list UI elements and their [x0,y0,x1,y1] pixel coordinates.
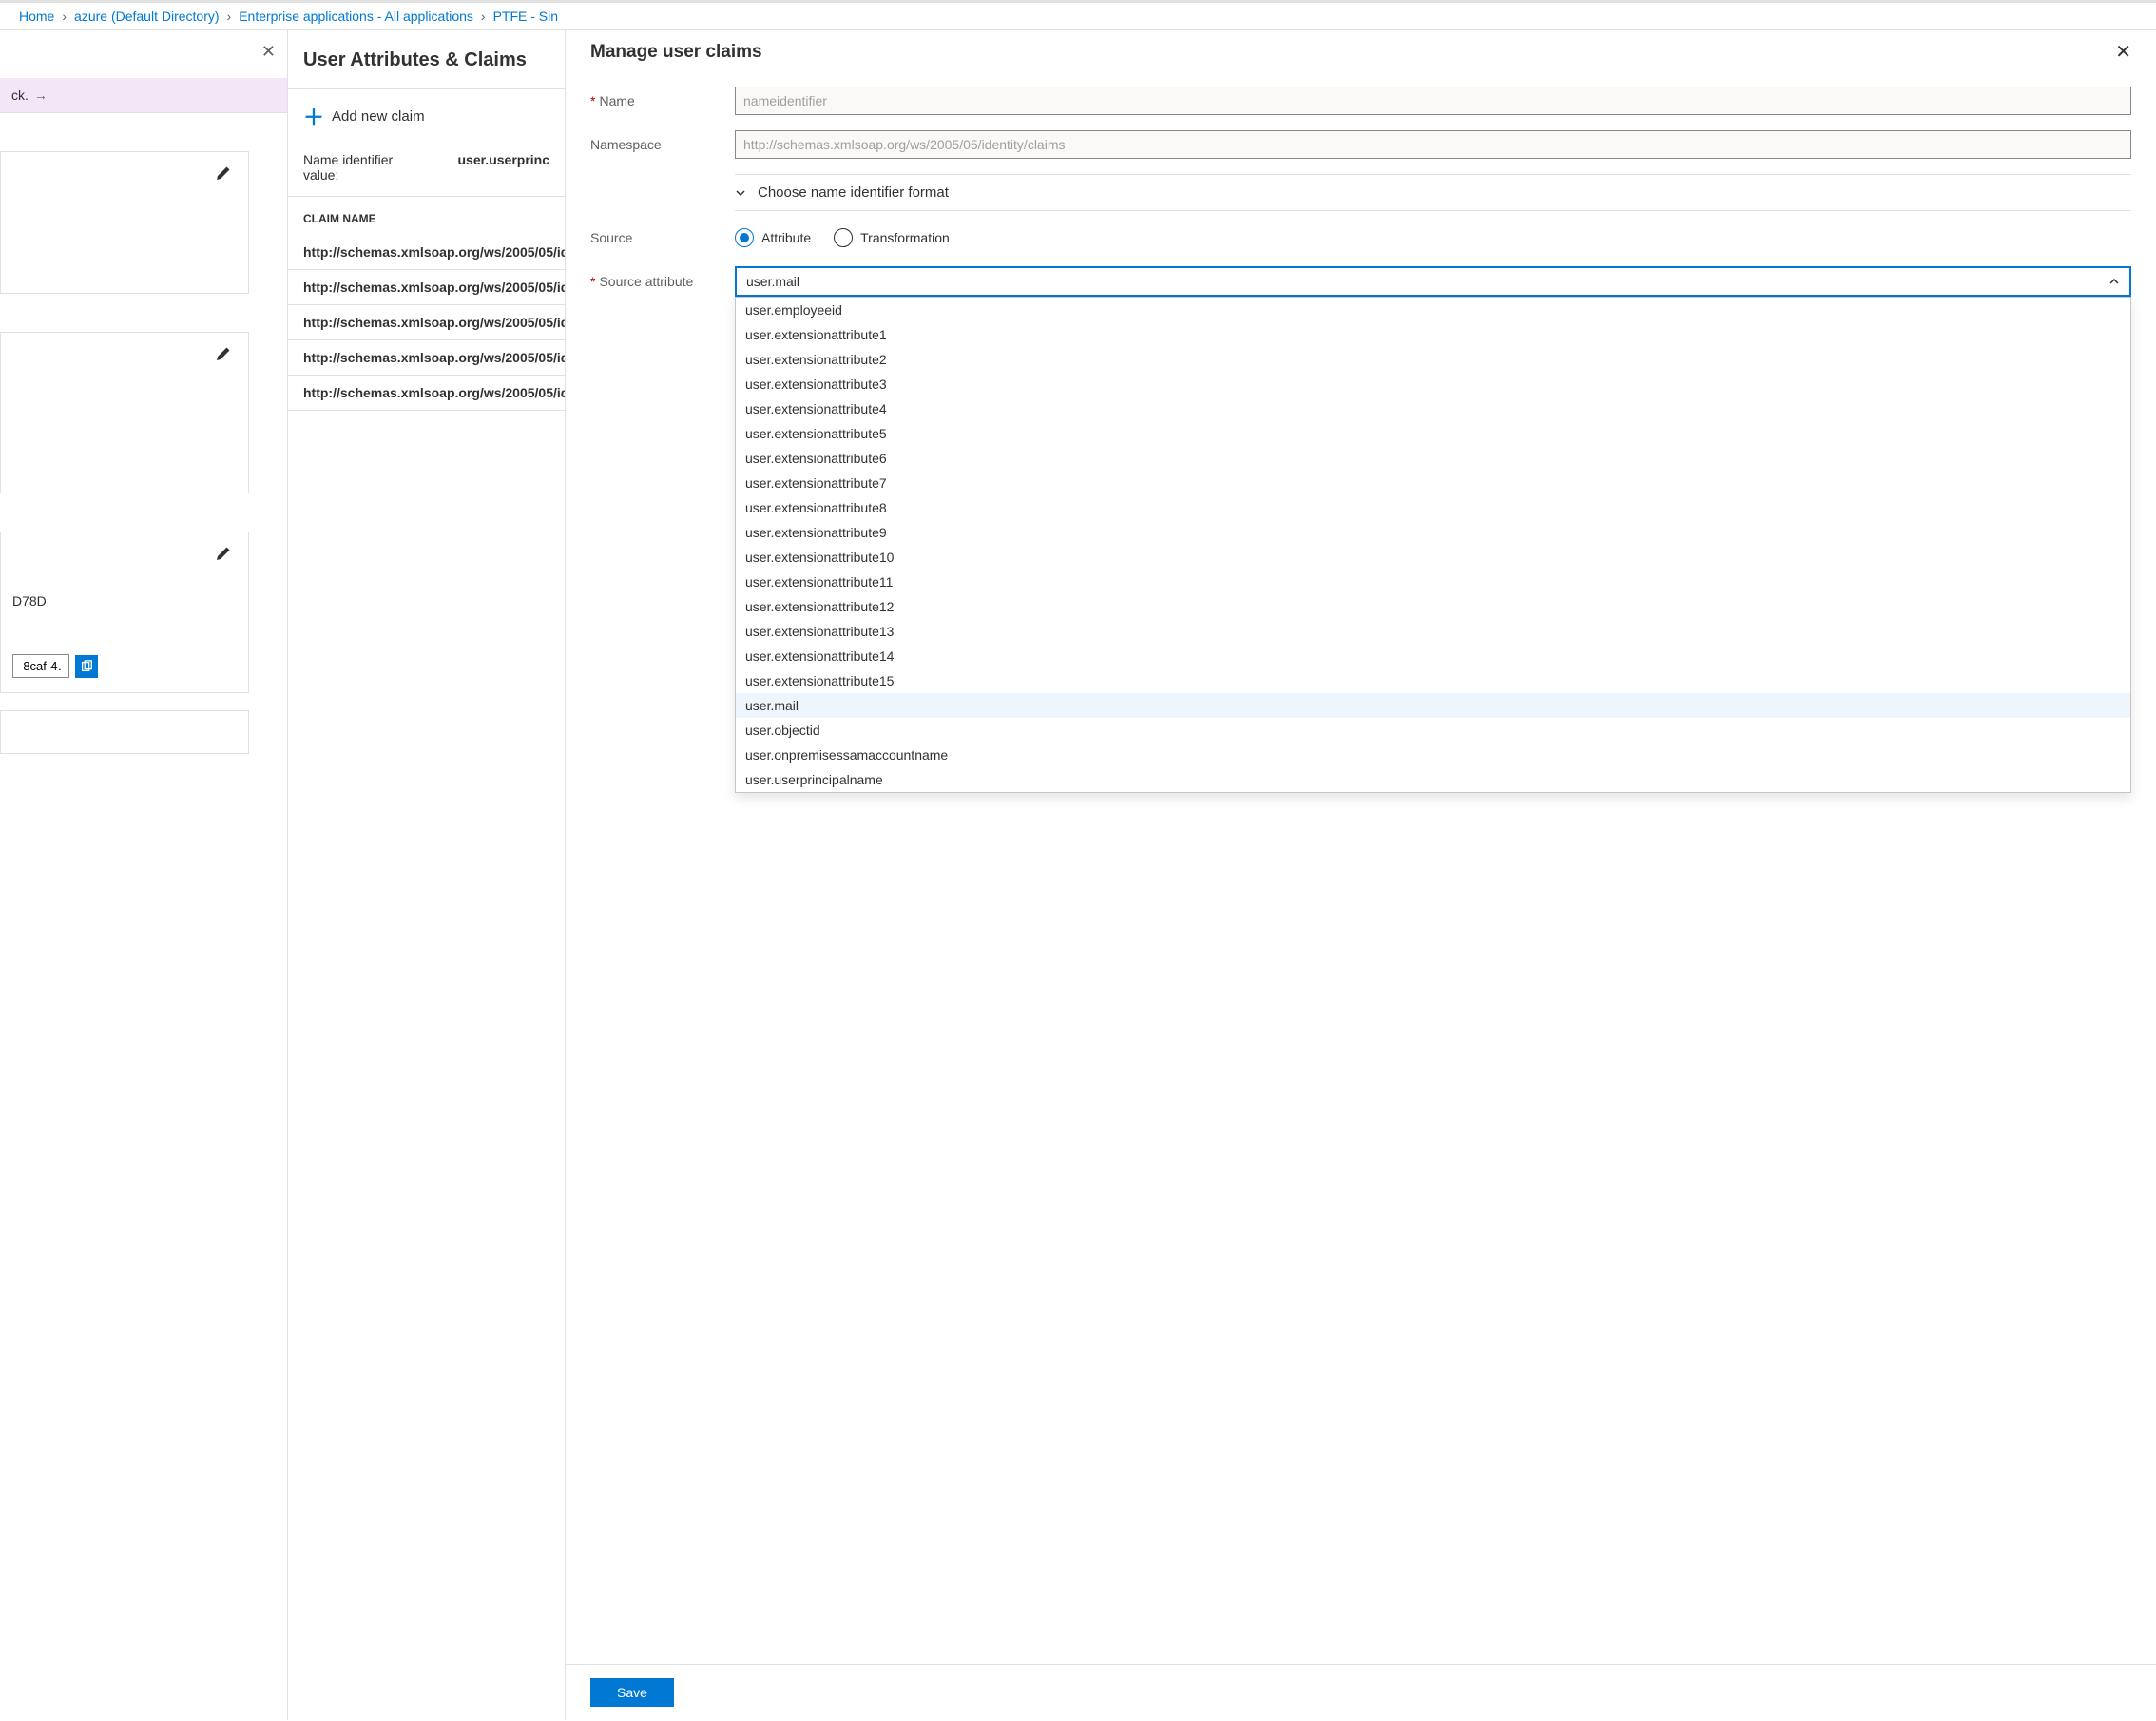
breadcrumb-ptfe[interactable]: PTFE - Sin [493,9,558,24]
required-asterisk: * [590,274,595,289]
source-field-label: Source [590,230,632,245]
center-panel: User Attributes & Claims ＋ Add new claim… [288,30,566,1720]
source-attribute-label: Source attribute [599,274,693,289]
dropdown-option[interactable]: user.extensionattribute14 [736,644,2130,668]
nameid-value: user.userprinc [458,152,550,183]
chevron-right-icon: › [481,9,486,24]
dropdown-option[interactable]: user.objectid [736,718,2130,743]
plus-icon: ＋ [303,101,324,131]
close-icon[interactable]: ✕ [2115,40,2131,64]
dropdown-option[interactable]: user.extensionattribute4 [736,396,2130,421]
notification-text: ck. [11,87,29,103]
dropdown-option[interactable]: user.extensionattribute6 [736,446,2130,471]
card-3: D78D [0,532,249,693]
dropdown-option[interactable]: user.extensionattribute2 [736,347,2130,372]
nameid-label: Name identifier value: [303,152,432,183]
breadcrumb: Home › azure (Default Directory) › Enter… [0,3,2156,30]
claim-row[interactable]: http://schemas.xmlsoap.org/ws/2005/05/id [288,270,565,305]
format-label: Choose name identifier format [758,184,949,201]
dropdown-option[interactable]: user.extensionattribute3 [736,372,2130,396]
dropdown-option[interactable]: user.extensionattribute13 [736,619,2130,644]
card-2 [0,332,249,493]
left-panel: ✕ ck. → D78D [0,30,288,1720]
edit-icon[interactable] [216,346,231,364]
dropdown-value: user.mail [746,274,799,289]
choose-name-identifier-format[interactable]: Choose name identifier format [735,184,2131,201]
required-asterisk: * [590,93,595,108]
dropdown-option[interactable]: user.onpremisessamaccountname [736,743,2130,767]
card-id-text: D78D [12,593,237,609]
card-4 [0,710,249,754]
close-icon[interactable]: ✕ [261,42,276,62]
edit-icon[interactable] [216,165,231,184]
claim-row[interactable]: http://schemas.xmlsoap.org/ws/2005/05/id [288,376,565,411]
name-identifier-row: Name identifier value: user.userprinc [288,143,565,197]
copy-button[interactable] [75,655,98,678]
dropdown-option[interactable]: user.extensionattribute11 [736,570,2130,594]
card-1 [0,151,249,294]
name-field-label: Name [599,93,634,108]
edit-icon[interactable] [216,546,231,564]
dropdown-option[interactable]: user.extensionattribute10 [736,545,2130,570]
claim-row[interactable]: http://schemas.xmlsoap.org/ws/2005/05/id [288,340,565,376]
dropdown-option[interactable]: user.extensionattribute9 [736,520,2130,545]
dropdown-option[interactable]: user.extensionattribute15 [736,668,2130,693]
right-panel: Manage user claims ✕ * Name Namespace [566,30,2156,1720]
breadcrumb-azure[interactable]: azure (Default Directory) [74,9,220,24]
save-button[interactable]: Save [590,1678,674,1707]
dropdown-option[interactable]: user.extensionattribute5 [736,421,2130,446]
dropdown-list: user.employeeiduser.extensionattribute1u… [735,297,2131,793]
claims-table-header: CLAIM NAME [288,197,565,235]
dropdown-option[interactable]: user.extensionattribute7 [736,471,2130,495]
notification-bar[interactable]: ck. → [0,78,287,113]
name-input[interactable] [735,87,2131,115]
chevron-right-icon: › [62,9,67,24]
radio-transformation[interactable]: Transformation [834,228,950,247]
add-new-claim-button[interactable]: ＋ Add new claim [288,89,565,143]
source-attribute-dropdown[interactable]: user.mail [735,266,2131,297]
arrow-right-icon: → [34,87,48,103]
dropdown-option[interactable]: user.userprincipalname [736,767,2130,792]
chevron-right-icon: › [227,9,232,24]
chevron-up-icon [2108,276,2120,287]
radio-attribute[interactable]: Attribute [735,228,811,247]
radio-transformation-label: Transformation [860,230,950,245]
chevron-down-icon [735,187,746,199]
radio-attribute-label: Attribute [761,230,811,245]
add-claim-label: Add new claim [332,108,425,125]
panel-title: User Attributes & Claims [288,42,565,89]
namespace-field-label: Namespace [590,137,662,152]
dropdown-option[interactable]: user.employeeid [736,298,2130,322]
metadata-input[interactable] [12,654,69,678]
breadcrumb-enterprise[interactable]: Enterprise applications - All applicatio… [239,9,473,24]
claim-row[interactable]: http://schemas.xmlsoap.org/ws/2005/05/id [288,305,565,340]
panel-title: Manage user claims [590,42,762,63]
claim-row[interactable]: http://schemas.xmlsoap.org/ws/2005/05/id [288,235,565,270]
breadcrumb-home[interactable]: Home [19,9,54,24]
dropdown-option[interactable]: user.extensionattribute8 [736,495,2130,520]
namespace-input[interactable] [735,130,2131,159]
dropdown-option[interactable]: user.mail [736,693,2130,718]
claims-list: http://schemas.xmlsoap.org/ws/2005/05/id… [288,235,565,411]
dropdown-option[interactable]: user.extensionattribute12 [736,594,2130,619]
dropdown-option[interactable]: user.extensionattribute1 [736,322,2130,347]
